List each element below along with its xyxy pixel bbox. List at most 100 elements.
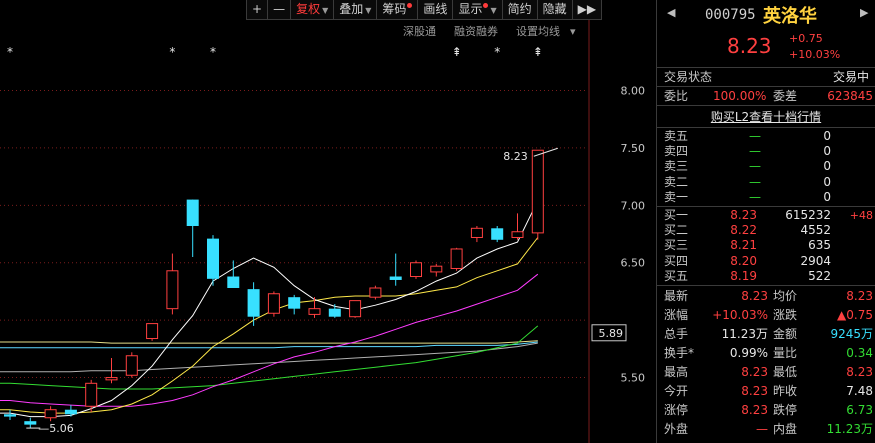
stat-value: 9245万 xyxy=(830,326,873,341)
ask-row-5[interactable]: 卖一 — 0 xyxy=(657,190,875,205)
event-marker-icon: * xyxy=(494,45,500,59)
order-level-label: 买五 xyxy=(664,268,689,283)
candle-body xyxy=(531,149,544,234)
y-tick-label: 7.50 xyxy=(621,142,646,155)
y-tick-label: 6.50 xyxy=(621,257,646,270)
bid-row-2[interactable]: 买二 8.22 4552 xyxy=(657,223,875,238)
weicha-label: 委差 xyxy=(773,89,798,103)
stat-row: 今开 8.23 昨收 7.48 xyxy=(657,382,875,401)
chart-subtoolbar: 深股通 融资融券 设置均线 ▾ xyxy=(395,24,576,40)
toolbar-button-0[interactable]: + xyxy=(247,0,269,20)
notification-dot-icon xyxy=(483,3,489,8)
kline-chart-area[interactable]: 8.00 7.50 7.00 6.50 5.50 5.89 * * * ⇞ * ⇞ 8.23 —5.06 … xyxy=(0,0,655,443)
order-level-label: 卖一 xyxy=(664,189,689,204)
stat-label: 昨收 xyxy=(773,383,798,398)
order-ratio-row: 委比 100.00% 委差 623845 xyxy=(657,87,875,106)
caret-down-icon: ▼ xyxy=(322,6,329,15)
ask-row-2[interactable]: 卖四 — 0 xyxy=(657,144,875,159)
order-price: 8.20 xyxy=(730,253,757,268)
toolbar-button-5[interactable]: 画线 xyxy=(418,0,454,20)
toolbar-label: 复权 xyxy=(296,2,321,16)
ma-settings-caret-icon[interactable]: ▾ xyxy=(570,24,576,40)
y-tick-label: 5.50 xyxy=(621,372,646,385)
stat-row: 换手* 0.99% 量比 0.34 xyxy=(657,344,875,363)
order-volume: 0 xyxy=(823,174,831,189)
stock-name: 英洛华 xyxy=(763,6,817,27)
stat-row: 总手 11.23万 金额 9245万 xyxy=(657,325,875,344)
candle-body xyxy=(227,276,240,288)
bid-row-1[interactable]: 买一 8.23 615232 +48 xyxy=(657,208,875,223)
stat-label: 涨停 xyxy=(664,402,689,417)
candle-body xyxy=(105,377,118,381)
bid-row-5[interactable]: 买五 8.19 522 xyxy=(657,269,875,284)
toolbar-button-3[interactable]: 叠加 ▼ xyxy=(334,0,378,20)
event-marker-icon: * xyxy=(210,45,216,59)
price-change: +0.75 xyxy=(789,32,823,45)
toolbar-label: 画线 xyxy=(423,2,448,16)
subtoolbar-item-2[interactable]: 设置均线 xyxy=(508,24,570,40)
candle-body xyxy=(491,228,504,240)
ask-row-1[interactable]: 卖五 — 0 xyxy=(657,129,875,144)
subtoolbar-item-0[interactable]: 深股通 xyxy=(395,24,446,40)
subtoolbar-item-1[interactable]: 融资融券 xyxy=(446,24,508,40)
stat-value: 6.73 xyxy=(846,402,873,417)
stat-value: 8.23 xyxy=(741,402,768,417)
candle-body xyxy=(328,308,341,317)
candle-body xyxy=(267,293,280,314)
l2-upgrade-link[interactable]: 购买L2查看十档行情 xyxy=(711,110,821,124)
stat-value: +10.03% xyxy=(712,307,768,322)
order-level-label: 卖四 xyxy=(664,144,689,159)
bid-row-3[interactable]: 买三 8.21 635 xyxy=(657,238,875,253)
toolbar-button-7[interactable]: 简约 xyxy=(502,0,538,20)
stat-value: 8.23 xyxy=(741,364,768,379)
toolbar-label: 简约 xyxy=(507,2,532,16)
bid-row-4[interactable]: 买四 8.20 2904 xyxy=(657,254,875,269)
order-price: — xyxy=(749,174,761,189)
stat-label: 今开 xyxy=(664,383,689,398)
candle-body xyxy=(470,227,483,238)
candle-body xyxy=(450,248,463,269)
event-marker-icon: ⇞ xyxy=(533,45,543,59)
ma-flat1-line xyxy=(0,340,538,344)
order-price: — xyxy=(749,159,761,174)
stat-label: 均价 xyxy=(773,288,798,303)
order-volume: 0 xyxy=(823,129,831,143)
kline-chart[interactable]: 8.00 7.50 7.00 6.50 5.50 5.89 * * * ⇞ * ⇞ 8.23 —5.06 xyxy=(0,0,655,443)
stat-value: ▲0.75 xyxy=(837,307,873,322)
stat-row: 外盘 — 内盘 11.23万 xyxy=(657,420,875,439)
stat-label: 最高 xyxy=(664,364,689,379)
stat-value: 7.48 xyxy=(846,383,873,398)
trade-status-value: 交易中 xyxy=(832,70,869,84)
order-level-label: 买一 xyxy=(664,207,689,222)
stock-code: 000795 xyxy=(705,7,756,23)
next-stock-icon[interactable]: ▶ xyxy=(860,6,868,19)
toolbar-label: 显示 xyxy=(458,2,483,16)
toolbar-button-4[interactable]: 筹码 xyxy=(377,0,419,20)
candle-body xyxy=(349,300,362,318)
toolbar-label: 隐藏 xyxy=(542,2,567,16)
current-price-tag-label: 5.89 xyxy=(599,327,624,340)
y-tick-label: 7.00 xyxy=(621,199,646,212)
trade-status-row: 交易状态 交易中 xyxy=(657,68,875,87)
toolbar-button-1[interactable]: — xyxy=(268,0,292,20)
candle-body xyxy=(125,355,138,376)
stat-value: 0.99% xyxy=(729,345,768,360)
order-price: — xyxy=(749,129,761,143)
l2-promo-row: 购买L2查看十档行情 xyxy=(657,106,875,128)
ask-book: 卖五 — 0 卖四 — 0 卖三 — 0 卖二 — 0 卖一 — 0 xyxy=(657,128,875,207)
prev-stock-icon[interactable]: ◀ xyxy=(667,6,675,19)
toolbar-button-8[interactable]: 隐藏 xyxy=(537,0,573,20)
ma60-line xyxy=(0,325,539,390)
toolbar-button-2[interactable]: 复权 ▼ xyxy=(291,0,335,20)
event-marker-icon: * xyxy=(7,45,13,59)
order-level-label: 卖三 xyxy=(664,159,689,174)
ask-row-4[interactable]: 卖二 — 0 xyxy=(657,175,875,190)
candle-body xyxy=(186,199,199,226)
stat-row: 最新 8.23 均价 8.23 xyxy=(657,287,875,306)
candle-body xyxy=(44,409,57,419)
toolbar-button-6[interactable]: 显示 ▼ xyxy=(453,0,503,20)
order-volume: 615232 xyxy=(785,207,831,222)
ask-row-3[interactable]: 卖三 — 0 xyxy=(657,159,875,174)
event-marker-icon: * xyxy=(169,45,175,59)
toolbar-button-9[interactable]: ▶▶ xyxy=(572,0,603,20)
